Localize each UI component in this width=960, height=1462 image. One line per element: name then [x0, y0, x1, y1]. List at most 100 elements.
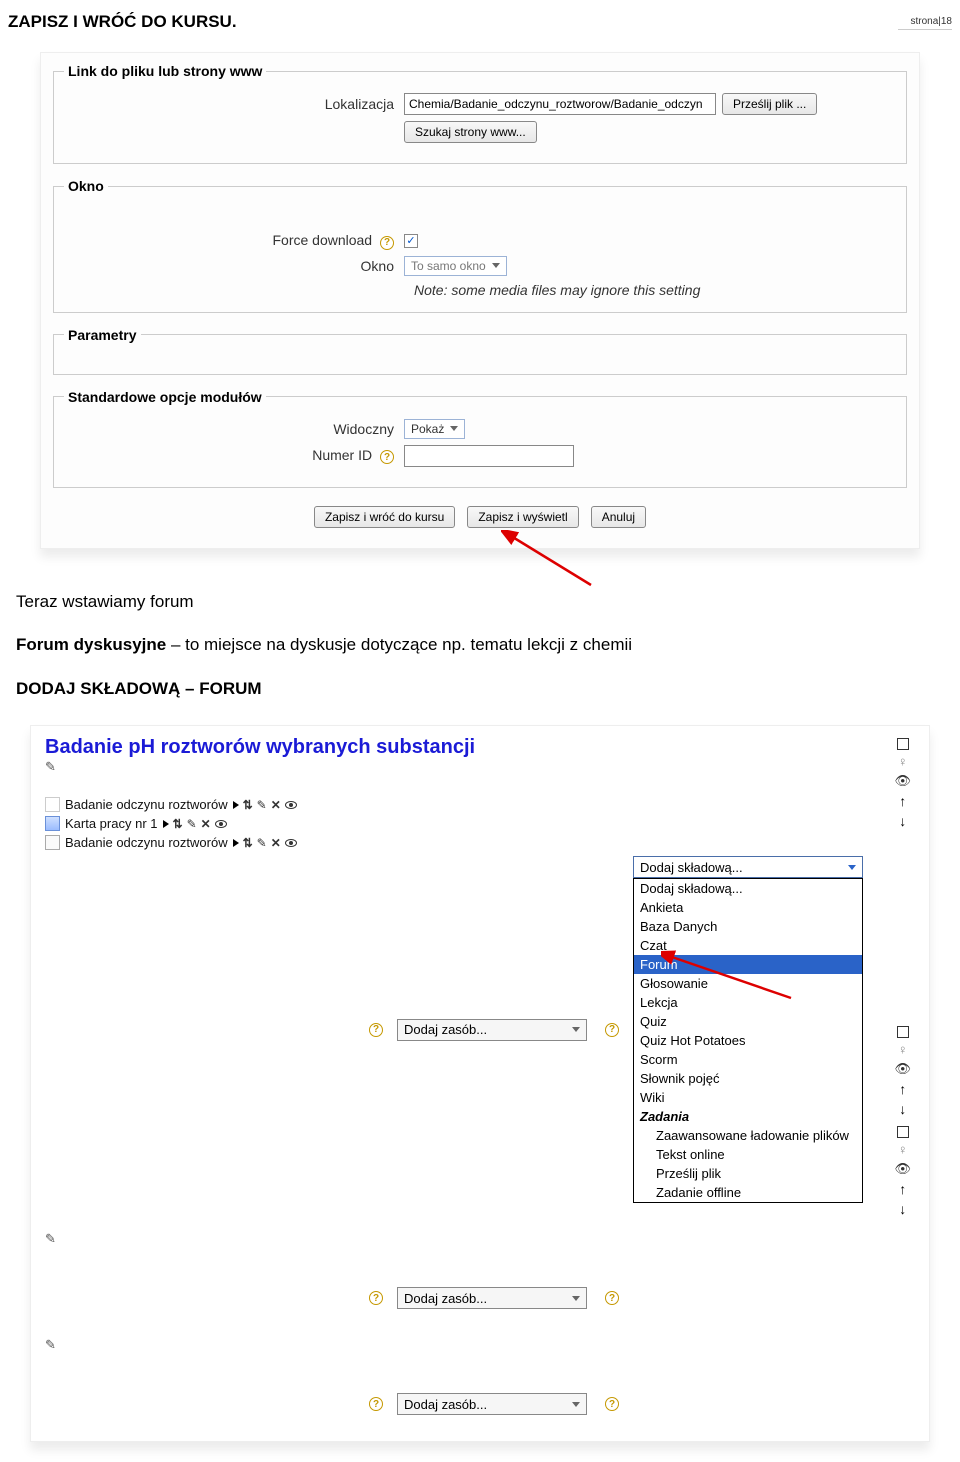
delete-icon[interactable]: ✕	[271, 798, 281, 812]
chevron-down-icon	[492, 263, 500, 268]
edit-pencil-icon[interactable]: ✎	[45, 1231, 915, 1247]
arrow-right-icon[interactable]	[233, 801, 239, 809]
arrow-down-icon[interactable]: ↓	[899, 1101, 906, 1117]
dd-group-header: Zadania	[634, 1107, 862, 1126]
okno-select[interactable]: To samo okno	[404, 256, 507, 276]
legend-parametry: Parametry	[64, 327, 141, 343]
add-component-dropdown: Dodaj składową... Ankieta Baza Danych Cz…	[633, 878, 863, 1203]
section-controls-1: ♀ 👁 ↑ ↓	[894, 738, 911, 829]
bulb-icon[interactable]: ♀	[898, 754, 908, 769]
save-return-button[interactable]: Zapisz i wróć do kursu	[314, 506, 455, 528]
dd-subitem[interactable]: Zadanie offline	[634, 1183, 862, 1202]
dd-subitem[interactable]: Zaawansowane ładowanie plików	[634, 1126, 862, 1145]
dd-item[interactable]: Wiki	[634, 1088, 862, 1107]
eye-icon[interactable]: 👁	[894, 773, 911, 789]
label-numer-id: Numer ID ?	[64, 447, 404, 465]
bulb-icon[interactable]: ♀	[898, 1042, 908, 1057]
dd-subitem[interactable]: Tekst online	[634, 1145, 862, 1164]
move-icon[interactable]: ⇅	[243, 836, 253, 850]
arrow-up-icon[interactable]: ↑	[899, 793, 906, 809]
dd-item[interactable]: Scorm	[634, 1050, 862, 1069]
page-icon	[45, 797, 60, 812]
eye-icon[interactable]: 👁	[894, 1161, 911, 1177]
okno-note: Note: some media files may ignore this s…	[414, 282, 896, 298]
body-line-3: DODAJ SKŁADOWĄ – FORUM	[16, 676, 944, 702]
fieldset-parametry: Parametry	[53, 327, 907, 375]
edit-icon[interactable]: ✎	[257, 836, 267, 850]
chevron-down-icon	[572, 1402, 580, 1407]
add-resource-select-2[interactable]: Dodaj zasób...	[397, 1287, 587, 1309]
body-line-2: Forum dyskusyjne – to miejsce na dyskusj…	[16, 632, 944, 658]
eye-icon[interactable]	[285, 839, 297, 847]
save-show-button[interactable]: Zapisz i wyświetl	[467, 506, 578, 528]
moodle-course-screenshot: Badanie pH roztworów wybranych substancj…	[30, 725, 930, 1442]
lokalizacja-input[interactable]	[404, 93, 716, 115]
checkbox-icon[interactable]	[897, 738, 909, 750]
arrow-down-icon[interactable]: ↓	[899, 1201, 906, 1217]
help-icon[interactable]: ?	[380, 450, 394, 464]
help-icon[interactable]: ?	[369, 1291, 383, 1305]
chevron-down-icon	[572, 1027, 580, 1032]
dd-item-header[interactable]: Dodaj składową...	[634, 879, 862, 898]
edit-pencil-icon[interactable]: ✎	[45, 1337, 915, 1353]
upload-file-button[interactable]: Prześlij plik ...	[722, 93, 817, 115]
arrow-up-icon[interactable]: ↑	[899, 1081, 906, 1097]
add-resource-select-3[interactable]: Dodaj zasób...	[397, 1393, 587, 1415]
move-icon[interactable]: ⇅	[173, 817, 183, 831]
delete-icon[interactable]: ✕	[271, 836, 281, 850]
submit-row: Zapisz i wróć do kursu Zapisz i wyświetl…	[53, 506, 907, 528]
media-file-icon	[45, 835, 60, 850]
dd-item[interactable]: Lekcja	[634, 993, 862, 1012]
numer-id-input[interactable]	[404, 445, 574, 467]
dd-item[interactable]: Czat	[634, 936, 862, 955]
cancel-button[interactable]: Anuluj	[591, 506, 646, 528]
resource-label: Badanie odczynu roztworów	[65, 797, 228, 812]
arrow-up-icon[interactable]: ↑	[899, 1181, 906, 1197]
dd-item[interactable]: Quiz	[634, 1012, 862, 1031]
eye-icon[interactable]	[285, 801, 297, 809]
arrow-down-icon[interactable]: ↓	[899, 813, 906, 829]
arrow-right-icon[interactable]	[233, 839, 239, 847]
bulb-icon[interactable]: ♀	[898, 1142, 908, 1157]
checkbox-icon[interactable]	[897, 1026, 909, 1038]
move-icon[interactable]: ⇅	[243, 798, 253, 812]
delete-icon[interactable]: ✕	[201, 817, 211, 831]
dd-item[interactable]: Baza Danych	[634, 917, 862, 936]
fieldset-std-options: Standardowe opcje modułów Widoczny Pokaż…	[53, 389, 907, 488]
help-icon[interactable]: ?	[605, 1023, 619, 1037]
force-download-checkbox[interactable]: ✓	[404, 234, 418, 248]
dd-subitem[interactable]: Prześlij plik	[634, 1164, 862, 1183]
eye-icon[interactable]: 👁	[894, 1061, 911, 1077]
edit-icon[interactable]: ✎	[187, 817, 197, 831]
page-number: strona|18	[898, 16, 952, 30]
add-resource-select-1[interactable]: Dodaj zasób...	[397, 1019, 587, 1041]
resource-row-2[interactable]: Karta pracy nr 1 ⇅ ✎ ✕	[45, 816, 915, 831]
dd-item[interactable]: Quiz Hot Potatoes	[634, 1031, 862, 1050]
edit-icon[interactable]: ✎	[257, 798, 267, 812]
eye-icon[interactable]	[215, 820, 227, 828]
dd-item-forum[interactable]: Forum	[634, 955, 862, 974]
dd-item[interactable]: Głosowanie	[634, 974, 862, 993]
annotation-arrow-icon	[501, 530, 601, 590]
help-icon[interactable]: ?	[605, 1397, 619, 1411]
help-icon[interactable]: ?	[380, 236, 394, 250]
fieldset-link: Link do pliku lub strony www Lokalizacja…	[53, 63, 907, 164]
word-file-icon	[45, 816, 60, 831]
checkbox-icon[interactable]	[897, 1126, 909, 1138]
add-component-select[interactable]: Dodaj składową...	[633, 856, 863, 878]
help-icon[interactable]: ?	[369, 1023, 383, 1037]
resource-row-3[interactable]: Badanie odczynu roztworów ⇅ ✎ ✕	[45, 835, 915, 850]
arrow-right-icon[interactable]	[163, 820, 169, 828]
edit-pencil-icon[interactable]: ✎	[45, 759, 915, 775]
help-icon[interactable]: ?	[369, 1397, 383, 1411]
widoczny-select[interactable]: Pokaż	[404, 419, 465, 439]
dd-item[interactable]: Słownik pojęć	[634, 1069, 862, 1088]
resource-row-1[interactable]: Badanie odczynu roztworów ⇅ ✎ ✕	[45, 797, 915, 812]
dd-item[interactable]: Ankieta	[634, 898, 862, 917]
chevron-down-icon	[848, 865, 856, 870]
search-www-button[interactable]: Szukaj strony www...	[404, 121, 537, 143]
body-line-1: Teraz wstawiamy forum	[16, 589, 944, 615]
fieldset-okno: Okno Force download ? ✓ Okno To samo okn…	[53, 178, 907, 313]
label-okno-select: Okno	[64, 258, 404, 274]
help-icon[interactable]: ?	[605, 1291, 619, 1305]
